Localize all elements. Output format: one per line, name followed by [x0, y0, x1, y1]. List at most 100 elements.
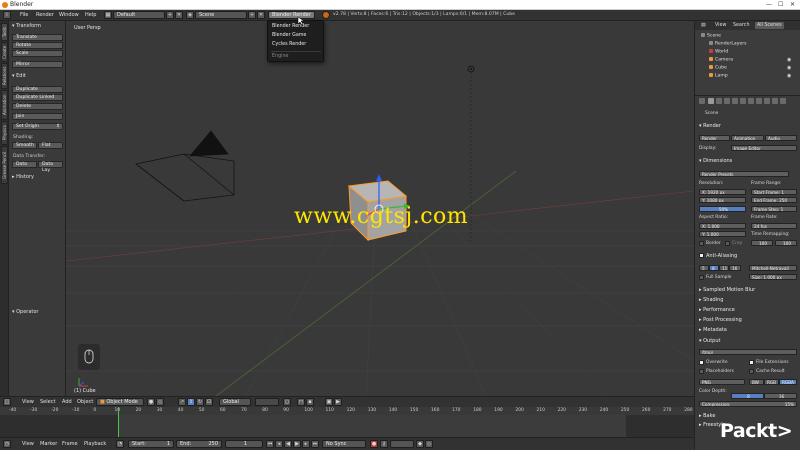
- data-layers-button[interactable]: Data Lay: [38, 161, 63, 173]
- outliner-tab-view[interactable]: View: [713, 22, 728, 29]
- operator-header[interactable]: ▾ Operator: [12, 309, 39, 315]
- translate-button[interactable]: Translate: [12, 34, 63, 41]
- join-button[interactable]: Join: [12, 113, 63, 120]
- preview-range-icon[interactable]: ◔: [116, 440, 124, 448]
- object-tab-icon[interactable]: [740, 98, 746, 104]
- cube-visibility-icon[interactable]: ◉: [787, 65, 791, 71]
- metadata-header[interactable]: ▸ Metadata: [699, 327, 727, 333]
- frame-rate-dropdown[interactable]: 24 fps: [751, 223, 797, 229]
- outliner-row-cube[interactable]: Cube: [709, 65, 727, 71]
- outliner-row-scene[interactable]: Scene: [701, 33, 721, 39]
- outliner-tab-all-scenes[interactable]: All Scenes: [755, 22, 784, 29]
- prev-keyframe-icon[interactable]: ◂: [275, 440, 283, 448]
- outliner-tab-search[interactable]: Search: [731, 22, 751, 29]
- menu-window[interactable]: Window: [59, 12, 79, 18]
- aa-samples-11[interactable]: 11: [719, 265, 729, 271]
- render-panel-header[interactable]: ▾ Render: [699, 123, 721, 129]
- history-header[interactable]: ▸ History: [12, 174, 34, 180]
- keying-set-dropdown[interactable]: [390, 440, 414, 448]
- timeline-menu-view[interactable]: View: [22, 441, 34, 447]
- start-frame-field[interactable]: Start Frame: 1: [751, 189, 797, 195]
- audio-button[interactable]: Audio: [765, 135, 797, 141]
- world-tab-icon[interactable]: [732, 98, 738, 104]
- menu-item-blender-game[interactable]: Blender Game: [272, 33, 306, 38]
- outliner-row-camera[interactable]: Camera: [709, 57, 733, 63]
- output-path-field[interactable]: /tmp\: [699, 349, 797, 355]
- motion-blur-header[interactable]: ▸ Sampled Motion Blur: [699, 287, 755, 293]
- aa-samples-16[interactable]: 16: [729, 265, 741, 271]
- delete-button[interactable]: Delete: [12, 103, 63, 110]
- timeline-menu-playback[interactable]: Playback: [84, 441, 106, 447]
- snap-element-icon[interactable]: ▪: [306, 398, 314, 406]
- color-depth-16[interactable]: 16: [764, 393, 797, 399]
- time-remap-new-field[interactable]: 100: [775, 240, 797, 246]
- outliner-editor-icon[interactable]: ▤: [699, 22, 708, 29]
- render-tab-icon[interactable]: [708, 98, 714, 104]
- keying-set-icon[interactable]: ⚷: [380, 440, 388, 448]
- file-format-dropdown[interactable]: PNG: [699, 379, 745, 385]
- outliner-row-renderlayers[interactable]: RenderLayers: [709, 41, 747, 47]
- display-dropdown[interactable]: Image Editor: [731, 145, 797, 151]
- opengl-render-icon[interactable]: ▣: [325, 398, 333, 406]
- jump-end-icon[interactable]: ⏭: [311, 440, 319, 448]
- color-depth-8[interactable]: 8: [731, 393, 764, 399]
- tab-tools[interactable]: Tools: [1, 23, 8, 41]
- post-processing-header[interactable]: ▸ Post Processing: [699, 317, 742, 323]
- minimize-icon[interactable]: —: [766, 1, 772, 8]
- rotate-manipulator-icon[interactable]: ↻: [196, 398, 204, 406]
- overwrite-checkbox[interactable]: [699, 360, 704, 365]
- camera-visibility-icon[interactable]: ◉: [787, 57, 791, 63]
- timeline-editor[interactable]: -40-30-20-100102030405060708090100110120…: [0, 407, 694, 437]
- placeholders-checkbox[interactable]: [699, 369, 704, 374]
- file-extensions-checkbox[interactable]: [749, 360, 754, 365]
- properties-editor-icon[interactable]: [699, 98, 705, 104]
- end-frame-field[interactable]: End Frame: 250: [751, 197, 797, 203]
- full-sample-checkbox[interactable]: [699, 275, 704, 280]
- snap-icon[interactable]: ⊓: [297, 398, 305, 406]
- aa-filter-dropdown[interactable]: Mitchell-Netravali: [749, 265, 797, 271]
- play-reverse-icon[interactable]: ◀: [284, 440, 292, 448]
- remove-layout-icon[interactable]: ✕: [175, 11, 183, 19]
- tab-physics[interactable]: Physics: [1, 121, 8, 145]
- timeline-current-frame-cursor[interactable]: [118, 407, 119, 437]
- scale-manipulator-icon[interactable]: ⊡: [205, 398, 213, 406]
- lamp-object[interactable]: [467, 65, 475, 241]
- output-header[interactable]: ▾ Output: [699, 338, 720, 344]
- transform-orientation-dropdown[interactable]: Global: [219, 398, 251, 406]
- menu-help[interactable]: Help: [85, 12, 96, 18]
- anti-aliasing-header[interactable]: Anti-Aliasing: [706, 253, 737, 259]
- scale-button[interactable]: Scale: [12, 50, 63, 57]
- tab-animation[interactable]: Animation: [1, 90, 8, 120]
- flat-button[interactable]: Flat: [38, 142, 63, 149]
- layer-buttons[interactable]: [255, 398, 279, 406]
- constraints-tab-icon[interactable]: [748, 98, 754, 104]
- aa-size-field[interactable]: Size: 1.000 px: [749, 274, 797, 280]
- timeline-menu-frame[interactable]: Frame: [62, 441, 78, 447]
- duplicate-linked-button[interactable]: Duplicate Linked: [12, 94, 63, 101]
- editor-type-icon[interactable]: i: [3, 11, 11, 19]
- set-origin-dropdown[interactable]: Set Origin ⇕: [12, 123, 63, 130]
- camera-object[interactable]: [135, 130, 235, 202]
- menu-item-cycles-render[interactable]: Cycles Render: [272, 42, 306, 47]
- close-icon[interactable]: ✕: [790, 1, 795, 8]
- view3d-menu-object[interactable]: Object: [77, 399, 93, 405]
- aa-samples-5[interactable]: 5: [699, 265, 709, 271]
- cache-result-checkbox[interactable]: [749, 369, 754, 374]
- view3d-editor-icon[interactable]: ◫: [3, 398, 11, 406]
- view3d-menu-view[interactable]: View: [22, 399, 34, 405]
- anti-aliasing-checkbox[interactable]: [699, 253, 704, 258]
- outliner[interactable]: ▤ View Search All Scenes Scene RenderLay…: [694, 21, 800, 96]
- pivot-point-icon[interactable]: ◇: [156, 398, 164, 406]
- transform-header[interactable]: ▾ Transform: [12, 23, 41, 29]
- animation-button[interactable]: Animation: [731, 135, 764, 141]
- viewport-shading-icon[interactable]: ●: [147, 398, 155, 406]
- color-mode-rgb[interactable]: RGB: [764, 379, 779, 385]
- translate-manipulator-icon[interactable]: ↕: [187, 398, 195, 406]
- proportional-edit-icon[interactable]: ○: [283, 398, 291, 406]
- timeline-editor-icon[interactable]: ◷: [3, 440, 11, 448]
- resolution-y-field[interactable]: Y: 1080 px: [699, 197, 746, 203]
- dimensions-panel-header[interactable]: ▾ Dimensions: [699, 158, 732, 164]
- opengl-anim-icon[interactable]: ▶: [334, 398, 342, 406]
- time-remap-old-field[interactable]: 100: [751, 240, 773, 246]
- navigation-gizmo[interactable]: [78, 344, 100, 370]
